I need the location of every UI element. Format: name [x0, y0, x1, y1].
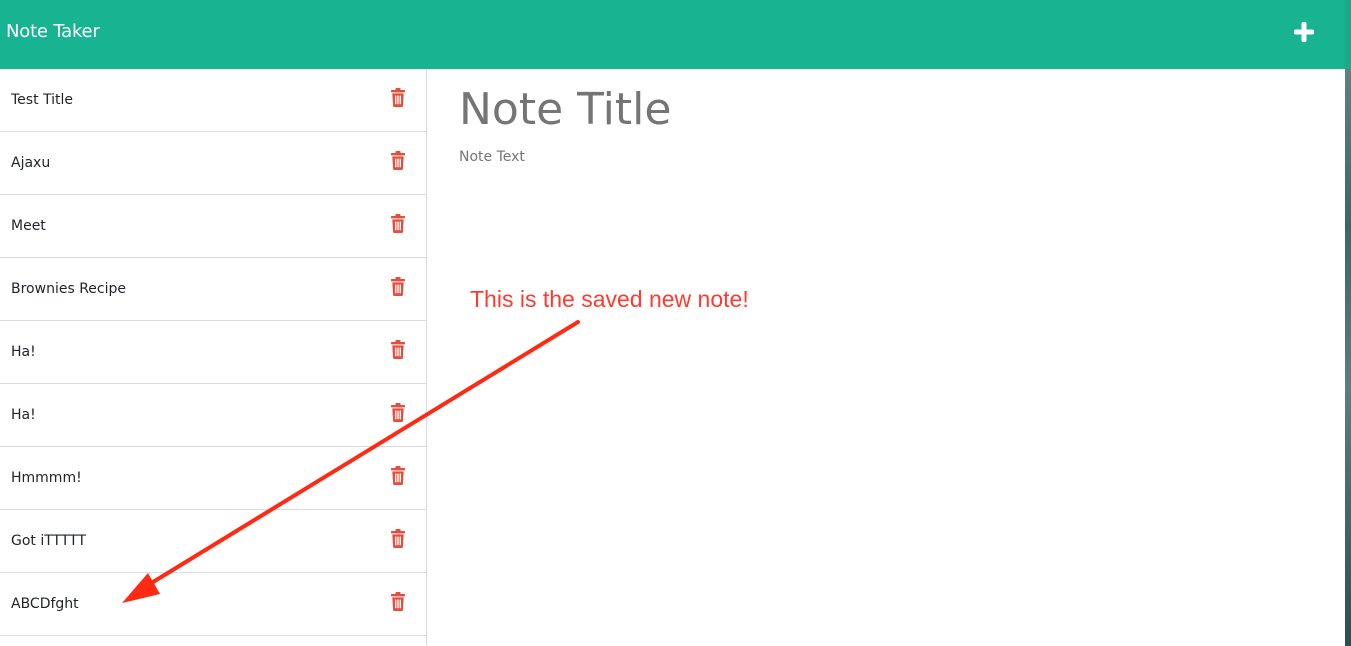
note-list-item-label: Ha! [11, 344, 36, 360]
trash-icon[interactable] [390, 151, 406, 170]
trash-icon[interactable] [390, 340, 406, 359]
note-list-item-label: Ha! [11, 407, 36, 423]
note-list-item[interactable]: Test Title [0, 69, 426, 132]
trash-icon[interactable] [390, 277, 406, 296]
note-list-item-label: Hmmmm! [11, 470, 82, 486]
note-list-item-label: Got iTTTTT [11, 533, 87, 549]
background-edge-top [1345, 0, 1351, 69]
note-list: Test Title Ajaxu Meet Brownies Recipe Ha! Ha!… [0, 69, 427, 646]
note-list-item[interactable]: Ha! [0, 321, 426, 384]
note-editor [427, 69, 1345, 646]
note-list-item[interactable]: Meet [0, 195, 426, 258]
trash-icon[interactable] [390, 529, 406, 548]
note-list-item[interactable]: ABCDfght [0, 573, 426, 636]
trash-icon[interactable] [390, 214, 406, 233]
annotation-label: This is the saved new note! [470, 286, 749, 312]
note-list-item[interactable]: Brownies Recipe [0, 258, 426, 321]
note-list-item-label: ABCDfght [11, 596, 79, 612]
note-title-input[interactable] [459, 81, 1059, 137]
trash-icon[interactable] [390, 88, 406, 107]
note-list-item-label: Brownies Recipe [11, 281, 126, 297]
note-list-item[interactable]: Ajaxu [0, 132, 426, 195]
note-list-item-label: Test Title [11, 92, 74, 108]
brand-link[interactable]: Note Taker [6, 21, 100, 42]
trash-icon[interactable] [390, 592, 406, 611]
new-note-button[interactable] [1289, 17, 1319, 47]
note-taker-page: Note Taker Test Title Ajaxu Meet Brownies R… [0, 0, 1351, 646]
navbar: Note Taker [0, 0, 1345, 69]
trash-icon[interactable] [390, 403, 406, 422]
background-edge [1345, 0, 1351, 646]
trash-icon[interactable] [390, 466, 406, 485]
note-text-input[interactable] [459, 149, 1059, 189]
note-list-item[interactable]: Got iTTTTT [0, 510, 426, 573]
plus-icon [1294, 22, 1314, 42]
note-list-item[interactable]: Hmmmm! [0, 447, 426, 510]
note-list-item[interactable]: Ha! [0, 384, 426, 447]
note-list-item-label: Ajaxu [11, 155, 51, 171]
note-list-item-label: Meet [11, 218, 46, 234]
